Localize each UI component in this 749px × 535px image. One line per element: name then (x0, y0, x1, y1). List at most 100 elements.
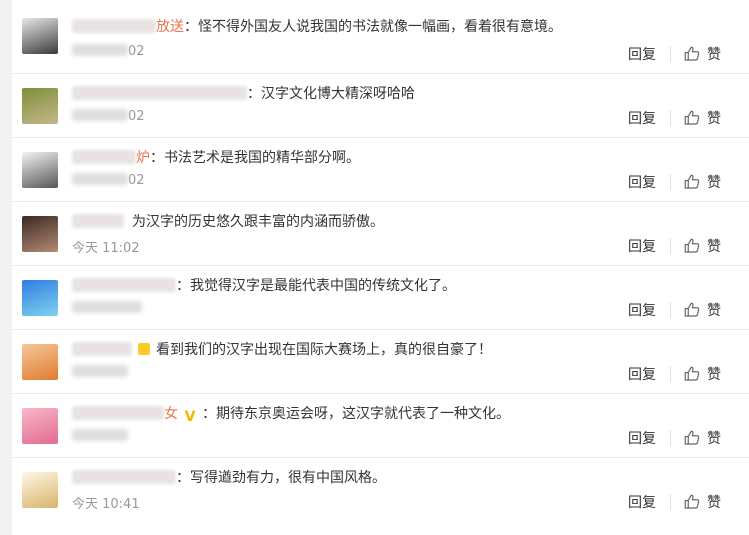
comment-item: 放送：怪不得外国友人说我国的书法就像一幅画，看着很有意境。 02 回复 赞 (12, 0, 749, 74)
comment-text: ：我觉得汉字是最能代表中国的传统文化了。 (176, 278, 456, 294)
username-blur (72, 150, 136, 164)
reply-button[interactable]: 回复 (628, 236, 656, 256)
comment-actions: 回复 赞 (628, 172, 721, 192)
divider (670, 174, 671, 190)
thumbs-up-icon (684, 430, 700, 445)
like-label: 赞 (707, 303, 721, 319)
comment-line: 看到我们的汉字出现在国际大赛场上，真的很自豪了！ (72, 341, 492, 359)
vip-badge-icon (138, 343, 150, 355)
comment-item: 炉：书法艺术是我国的精华部分啊。 02 回复 赞 (12, 138, 749, 202)
comment-list: 放送：怪不得外国友人说我国的书法就像一幅画，看着很有意境。 02 回复 赞 ：汉… (12, 0, 749, 535)
comment-line: ：我觉得汉字是最能代表中国的传统文化了。 (72, 277, 456, 295)
reply-button[interactable]: 回复 (628, 428, 656, 448)
comment-item: ：汉字文化博大精深呀哈哈 02 回复 赞 (12, 74, 749, 138)
divider (670, 238, 671, 254)
avatar[interactable] (22, 280, 58, 316)
like-button[interactable]: 赞 (683, 492, 721, 512)
comment-actions: 回复 赞 (628, 492, 721, 512)
reply-button[interactable]: 回复 (628, 300, 656, 320)
comment-time (72, 365, 128, 380)
verified-v-icon: V (184, 409, 196, 425)
like-button[interactable]: 赞 (683, 364, 721, 384)
time-blur (72, 365, 128, 377)
divider (670, 366, 671, 382)
comment-actions: 回复 赞 (628, 44, 721, 64)
avatar[interactable] (22, 344, 58, 380)
avatar[interactable] (22, 18, 58, 54)
comment-actions: 回复 赞 (628, 428, 721, 448)
username-blur (72, 86, 247, 100)
like-button[interactable]: 赞 (683, 172, 721, 192)
comment-time: 今天 10:41 (72, 497, 140, 512)
thumbs-up-icon (684, 174, 700, 189)
comment-text: ：怪不得外国友人说我国的书法就像一幅画，看着很有意境。 (184, 19, 562, 35)
username[interactable]: 炉 (136, 150, 150, 166)
like-button[interactable]: 赞 (683, 428, 721, 448)
avatar[interactable] (22, 408, 58, 444)
divider (670, 302, 671, 318)
username[interactable]: 放送 (156, 19, 184, 35)
comment-actions: 回复 赞 (628, 300, 721, 320)
comment-actions: 回复 赞 (628, 364, 721, 384)
avatar[interactable] (22, 152, 58, 188)
username-blur (72, 214, 124, 228)
username-blur (72, 470, 176, 484)
reply-button[interactable]: 回复 (628, 44, 656, 64)
like-label: 赞 (707, 47, 721, 63)
divider (670, 430, 671, 446)
time-blur (72, 109, 128, 121)
comment-line: 炉：书法艺术是我国的精华部分啊。 (72, 149, 360, 167)
comment-item: 女 V ：期待东京奥运会呀，这汉字就代表了一种文化。 回复 赞 (12, 394, 749, 458)
comment-line: 女 V ：期待东京奥运会呀，这汉字就代表了一种文化。 (72, 405, 510, 425)
comment-line: 放送：怪不得外国友人说我国的书法就像一幅画，看着很有意境。 (72, 18, 562, 36)
like-label: 赞 (707, 239, 721, 255)
comment-text: ：写得遒劲有力，很有中国风格。 (176, 470, 386, 486)
like-button[interactable]: 赞 (683, 300, 721, 320)
thumbs-up-icon (684, 110, 700, 125)
thumbs-up-icon (684, 366, 700, 381)
comment-time: 02 (72, 173, 145, 188)
comment-item: 为汉字的历史悠久跟丰富的内涵而骄傲。 今天 11:02 回复 赞 (12, 202, 749, 266)
comment-text: 为汉字的历史悠久跟丰富的内涵而骄傲。 (132, 214, 384, 230)
avatar[interactable] (22, 216, 58, 252)
thumbs-up-icon (684, 302, 700, 317)
avatar[interactable] (22, 88, 58, 124)
comment-time: 02 (72, 44, 145, 59)
comment-line: ：写得遒劲有力，很有中国风格。 (72, 469, 386, 487)
thumbs-up-icon (684, 46, 700, 61)
username-blur (72, 406, 164, 420)
comment-item: 看到我们的汉字出现在国际大赛场上，真的很自豪了！ 回复 赞 (12, 330, 749, 394)
comment-text: 看到我们的汉字出现在国际大赛场上，真的很自豪了！ (156, 342, 492, 358)
like-label: 赞 (707, 495, 721, 511)
comment-time: 02 (72, 109, 145, 124)
comment-actions: 回复 赞 (628, 108, 721, 128)
divider (670, 46, 671, 62)
username[interactable]: 女 (164, 406, 178, 422)
thumbs-up-icon (684, 238, 700, 253)
time-blur (72, 429, 128, 441)
like-label: 赞 (707, 111, 721, 127)
like-label: 赞 (707, 367, 721, 383)
time-blur (72, 44, 128, 56)
time-blur (72, 173, 128, 185)
username-blur (72, 342, 132, 356)
divider (670, 494, 671, 510)
comment-time (72, 429, 128, 444)
reply-button[interactable]: 回复 (628, 108, 656, 128)
like-button[interactable]: 赞 (683, 108, 721, 128)
comment-text: ：汉字文化博大精深呀哈哈 (247, 86, 415, 102)
comment-text: ：书法艺术是我国的精华部分啊。 (150, 150, 360, 166)
reply-button[interactable]: 回复 (628, 364, 656, 384)
reply-button[interactable]: 回复 (628, 172, 656, 192)
comment-line: ：汉字文化博大精深呀哈哈 (72, 85, 415, 103)
avatar[interactable] (22, 472, 58, 508)
like-label: 赞 (707, 175, 721, 191)
like-button[interactable]: 赞 (683, 44, 721, 64)
comment-time: 今天 11:02 (72, 241, 140, 256)
comment-text: ：期待东京奥运会呀，这汉字就代表了一种文化。 (202, 406, 510, 422)
comment-time (72, 301, 142, 316)
reply-button[interactable]: 回复 (628, 492, 656, 512)
comment-item: ：我觉得汉字是最能代表中国的传统文化了。 回复 赞 (12, 266, 749, 330)
like-button[interactable]: 赞 (683, 236, 721, 256)
username-blur (72, 278, 176, 292)
